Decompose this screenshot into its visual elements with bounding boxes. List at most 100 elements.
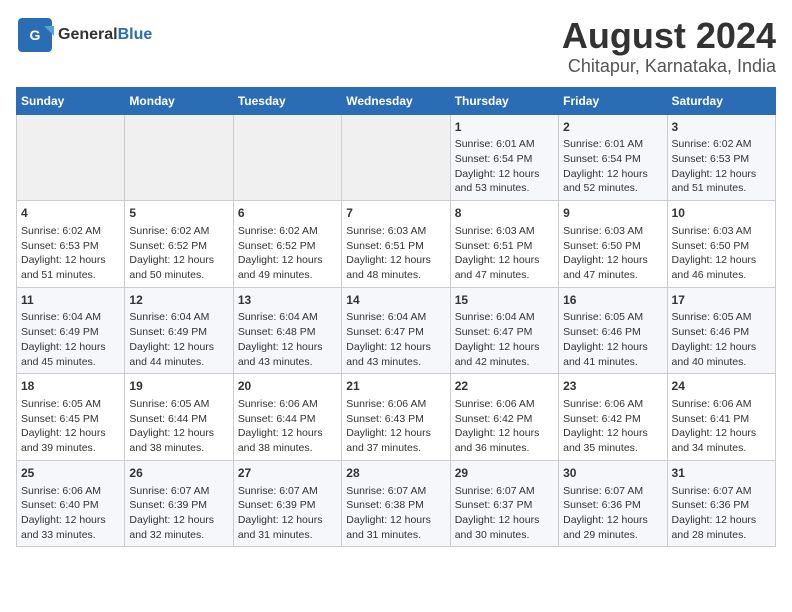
column-header-sunday: Sunday (17, 87, 125, 114)
calendar-cell: 22Sunrise: 6:06 AMSunset: 6:42 PMDayligh… (450, 374, 558, 461)
daylight-text: and 40 minutes. (672, 355, 771, 370)
sunrise-text: Sunrise: 6:06 AM (672, 397, 771, 412)
calendar-cell: 5Sunrise: 6:02 AMSunset: 6:52 PMDaylight… (125, 201, 233, 288)
sunrise-text: Sunrise: 6:04 AM (21, 310, 120, 325)
daylight-text: and 53 minutes. (455, 181, 554, 196)
calendar-cell: 18Sunrise: 6:05 AMSunset: 6:45 PMDayligh… (17, 374, 125, 461)
sunset-text: Sunset: 6:46 PM (563, 325, 662, 340)
day-number: 5 (129, 205, 228, 222)
calendar-cell: 3Sunrise: 6:02 AMSunset: 6:53 PMDaylight… (667, 114, 775, 201)
sunset-text: Sunset: 6:47 PM (346, 325, 445, 340)
page-subtitle: Chitapur, Karnataka, India (562, 56, 776, 77)
daylight-text: and 38 minutes. (129, 441, 228, 456)
daylight-text: and 34 minutes. (672, 441, 771, 456)
calendar-cell: 20Sunrise: 6:06 AMSunset: 6:44 PMDayligh… (233, 374, 341, 461)
sunset-text: Sunset: 6:44 PM (129, 412, 228, 427)
calendar-cell: 16Sunrise: 6:05 AMSunset: 6:46 PMDayligh… (559, 287, 667, 374)
svg-text:G: G (30, 27, 41, 43)
daylight-text: Daylight: 12 hours (21, 513, 120, 528)
calendar-cell: 30Sunrise: 6:07 AMSunset: 6:36 PMDayligh… (559, 460, 667, 547)
daylight-text: Daylight: 12 hours (455, 253, 554, 268)
sunset-text: Sunset: 6:39 PM (129, 498, 228, 513)
day-number: 18 (21, 378, 120, 395)
calendar-cell: 19Sunrise: 6:05 AMSunset: 6:44 PMDayligh… (125, 374, 233, 461)
daylight-text: and 41 minutes. (563, 355, 662, 370)
day-number: 27 (238, 465, 337, 482)
sunset-text: Sunset: 6:42 PM (455, 412, 554, 427)
sunrise-text: Sunrise: 6:07 AM (563, 484, 662, 499)
day-number: 20 (238, 378, 337, 395)
day-number: 11 (21, 292, 120, 309)
day-number: 31 (672, 465, 771, 482)
calendar-cell: 7Sunrise: 6:03 AMSunset: 6:51 PMDaylight… (342, 201, 450, 288)
day-number: 22 (455, 378, 554, 395)
daylight-text: and 33 minutes. (21, 528, 120, 543)
sunset-text: Sunset: 6:53 PM (21, 239, 120, 254)
day-number: 29 (455, 465, 554, 482)
daylight-text: and 43 minutes. (238, 355, 337, 370)
daylight-text: Daylight: 12 hours (563, 426, 662, 441)
sunrise-text: Sunrise: 6:07 AM (455, 484, 554, 499)
day-number: 28 (346, 465, 445, 482)
sunrise-text: Sunrise: 6:04 AM (346, 310, 445, 325)
daylight-text: and 44 minutes. (129, 355, 228, 370)
daylight-text: Daylight: 12 hours (238, 340, 337, 355)
sunset-text: Sunset: 6:47 PM (455, 325, 554, 340)
sunrise-text: Sunrise: 6:03 AM (672, 224, 771, 239)
daylight-text: and 48 minutes. (346, 268, 445, 283)
sunrise-text: Sunrise: 6:07 AM (346, 484, 445, 499)
sunset-text: Sunset: 6:42 PM (563, 412, 662, 427)
daylight-text: Daylight: 12 hours (563, 340, 662, 355)
daylight-text: Daylight: 12 hours (21, 253, 120, 268)
sunset-text: Sunset: 6:36 PM (563, 498, 662, 513)
sunrise-text: Sunrise: 6:06 AM (238, 397, 337, 412)
calendar-cell: 13Sunrise: 6:04 AMSunset: 6:48 PMDayligh… (233, 287, 341, 374)
sunset-text: Sunset: 6:40 PM (21, 498, 120, 513)
day-number: 2 (563, 119, 662, 136)
day-number: 7 (346, 205, 445, 222)
sunrise-text: Sunrise: 6:02 AM (129, 224, 228, 239)
calendar-cell: 4 Sunrise: 6:02 AMSunset: 6:53 PMDaylight… (17, 201, 125, 288)
sunset-text: Sunset: 6:49 PM (21, 325, 120, 340)
sunset-text: Sunset: 6:43 PM (346, 412, 445, 427)
logo-icon: G (16, 16, 54, 54)
day-number: 12 (129, 292, 228, 309)
calendar-cell (17, 114, 125, 201)
sunrise-text: Sunrise: 6:01 AM (455, 137, 554, 152)
sunrise-text: Sunrise: 6:02 AM (21, 224, 120, 239)
daylight-text: Daylight: 12 hours (21, 426, 120, 441)
calendar-cell: 10Sunrise: 6:03 AMSunset: 6:50 PMDayligh… (667, 201, 775, 288)
sunset-text: Sunset: 6:50 PM (672, 239, 771, 254)
sunrise-text: Sunrise: 6:06 AM (346, 397, 445, 412)
daylight-text: Daylight: 12 hours (563, 513, 662, 528)
day-number: 24 (672, 378, 771, 395)
day-number: 4 (21, 205, 120, 222)
day-number: 14 (346, 292, 445, 309)
daylight-text: and 35 minutes. (563, 441, 662, 456)
day-number: 1 (455, 119, 554, 136)
day-number: 16 (563, 292, 662, 309)
sunset-text: Sunset: 6:39 PM (238, 498, 337, 513)
daylight-text: Daylight: 12 hours (238, 426, 337, 441)
sunrise-text: Sunrise: 6:02 AM (238, 224, 337, 239)
daylight-text: and 52 minutes. (563, 181, 662, 196)
calendar-cell: 29Sunrise: 6:07 AMSunset: 6:37 PMDayligh… (450, 460, 558, 547)
daylight-text: Daylight: 12 hours (346, 340, 445, 355)
column-header-friday: Friday (559, 87, 667, 114)
day-number: 25 (21, 465, 120, 482)
daylight-text: and 37 minutes. (346, 441, 445, 456)
day-number: 8 (455, 205, 554, 222)
calendar-cell (233, 114, 341, 201)
calendar-cell: 14Sunrise: 6:04 AMSunset: 6:47 PMDayligh… (342, 287, 450, 374)
calendar-week-5: 25Sunrise: 6:06 AMSunset: 6:40 PMDayligh… (17, 460, 776, 547)
daylight-text: and 28 minutes. (672, 528, 771, 543)
sunrise-text: Sunrise: 6:07 AM (238, 484, 337, 499)
day-number: 13 (238, 292, 337, 309)
daylight-text: and 32 minutes. (129, 528, 228, 543)
daylight-text: Daylight: 12 hours (129, 426, 228, 441)
sunset-text: Sunset: 6:46 PM (672, 325, 771, 340)
daylight-text: Daylight: 12 hours (129, 253, 228, 268)
calendar-cell: 2Sunrise: 6:01 AMSunset: 6:54 PMDaylight… (559, 114, 667, 201)
sunrise-text: Sunrise: 6:04 AM (129, 310, 228, 325)
daylight-text: and 47 minutes. (563, 268, 662, 283)
